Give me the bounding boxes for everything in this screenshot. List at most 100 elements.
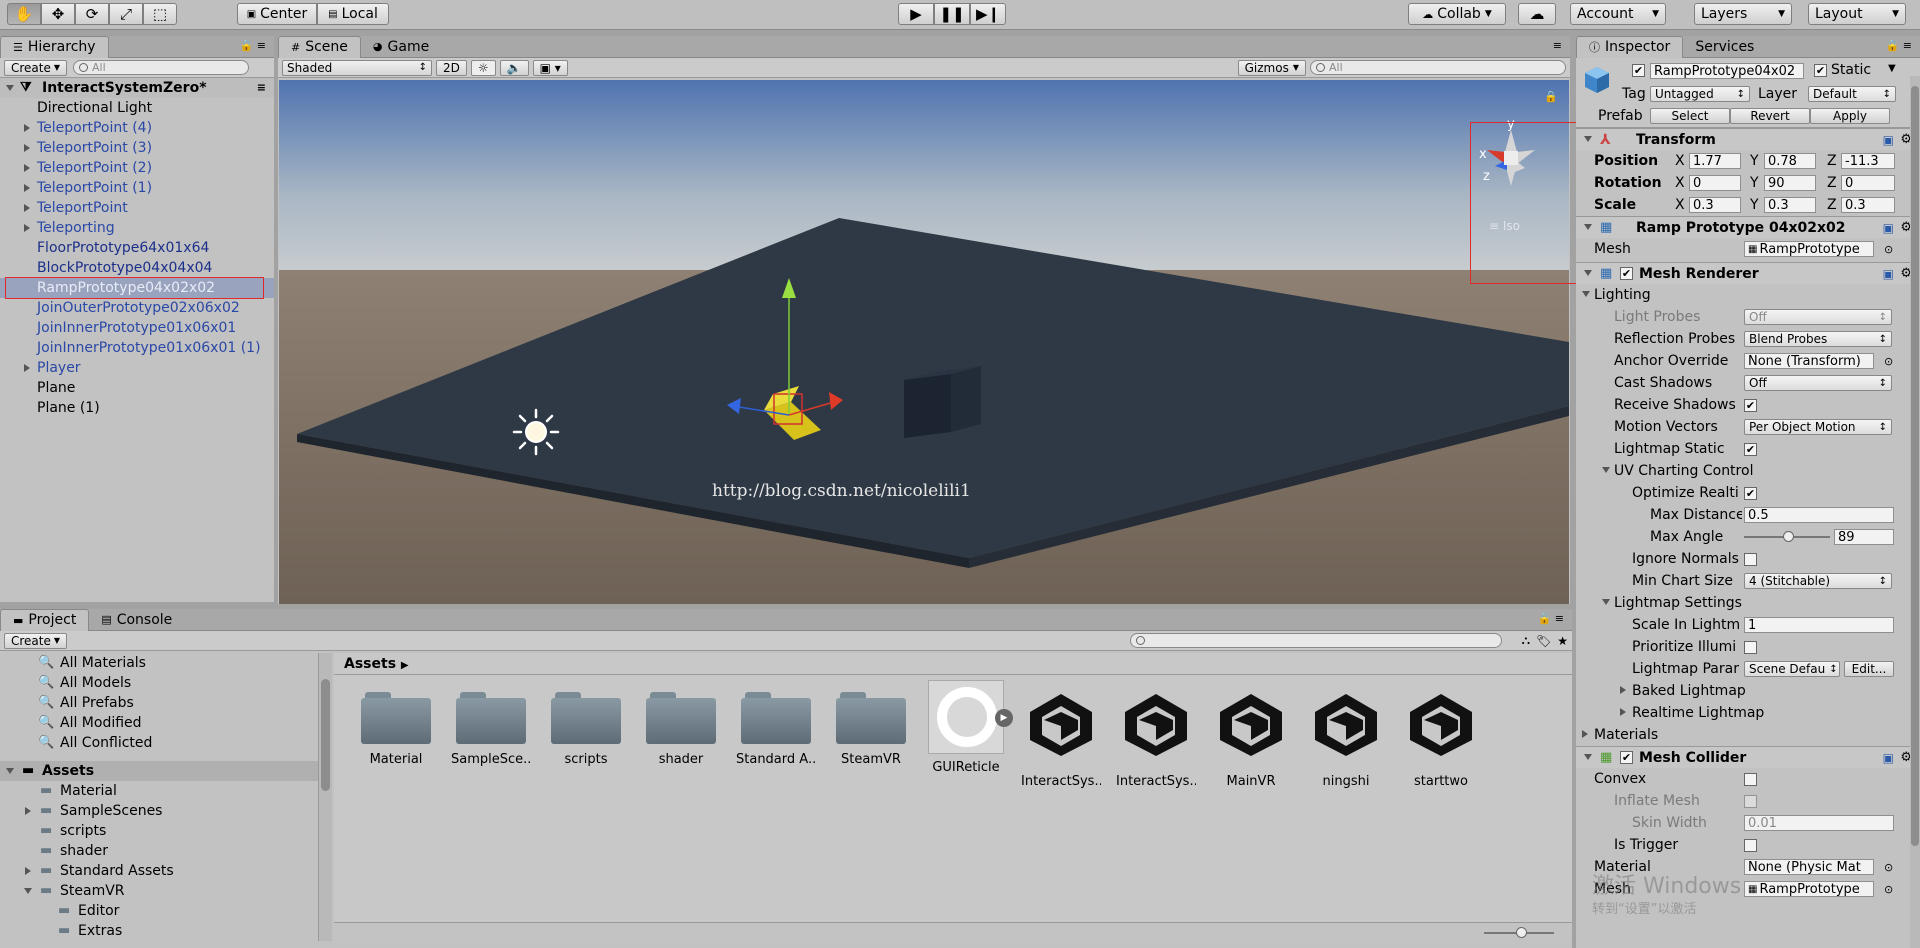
fold-closed-icon[interactable]: [24, 364, 30, 372]
hierarchy-item[interactable]: Directional Light: [0, 98, 274, 118]
fold-open-icon[interactable]: [6, 768, 14, 774]
fold-closed-icon[interactable]: [24, 184, 30, 192]
favorite-item[interactable]: 🔍 All Conflicted: [0, 733, 318, 753]
lock-icon[interactable]: 🔒: [1544, 90, 1558, 103]
gizmos-dropdown[interactable]: Gizmos ▼: [1237, 59, 1306, 76]
hierarchy-item[interactable]: TeleportPoint (4): [0, 118, 274, 138]
scale-y-field[interactable]: 0.3: [1764, 197, 1816, 213]
prefab-select-button[interactable]: Select: [1650, 108, 1730, 124]
mesh-renderer-enabled-checkbox[interactable]: ✔: [1620, 267, 1633, 280]
scale-z-field[interactable]: 0.3: [1841, 197, 1895, 213]
fold-open-icon[interactable]: [1584, 224, 1592, 230]
mesh-field[interactable]: ▦ RampPrototype: [1744, 241, 1874, 257]
tab-scene[interactable]: # Scene: [278, 35, 361, 58]
account-dropdown[interactable]: Account ▼: [1570, 3, 1666, 25]
asset-item[interactable]: InteractSys...: [1116, 690, 1196, 789]
hierarchy-item[interactable]: TeleportPoint (3): [0, 138, 274, 158]
panel-menu-icon[interactable]: ≡: [1553, 39, 1562, 52]
transform-header[interactable]: ⅄ Transform ▣ ⚙: [1576, 128, 1920, 150]
is-trigger-checkbox[interactable]: [1744, 838, 1757, 852]
shading-mode-dropdown[interactable]: Shaded: [282, 59, 432, 76]
hierarchy-item[interactable]: FloorPrototype64x01x64: [0, 238, 274, 258]
folder-item[interactable]: ▬ SampleScenes: [0, 801, 318, 821]
tab-game[interactable]: ◕ Game: [361, 36, 441, 58]
materials-foldout[interactable]: Materials: [1576, 724, 1920, 746]
prefab-apply-button[interactable]: Apply: [1810, 108, 1890, 124]
scale-in-lightmap-field[interactable]: 1: [1744, 617, 1894, 633]
panel-menu-icon[interactable]: 🔒 ≡: [1886, 39, 1912, 52]
collab-dropdown[interactable]: ☁ Collab ▼: [1408, 3, 1506, 25]
hierarchy-item[interactable]: JoinOuterPrototype02x06x02: [0, 298, 274, 318]
scale-x-field[interactable]: 0.3: [1689, 197, 1741, 213]
project-search-input[interactable]: [1129, 633, 1502, 648]
asset-item[interactable]: SampleSce...: [451, 690, 531, 767]
hierarchy-item[interactable]: TeleportPoint: [0, 198, 274, 218]
hierarchy-item-selected[interactable]: RampPrototype04x02x02: [0, 277, 274, 299]
fold-closed-icon[interactable]: [24, 144, 30, 152]
fold-open-icon[interactable]: [1582, 291, 1590, 297]
panel-menu-icon[interactable]: 🔒 ≡: [1538, 612, 1564, 625]
hierarchy-item[interactable]: TeleportPoint (2): [0, 158, 274, 178]
hierarchy-item[interactable]: Plane: [0, 378, 274, 398]
material-field[interactable]: None (Physic Mat: [1744, 859, 1874, 875]
max-angle-slider-thumb[interactable]: [1783, 531, 1795, 542]
fold-open-icon[interactable]: [1584, 754, 1592, 760]
panel-menu-icon[interactable]: 🔒 ≡: [240, 39, 266, 52]
tab-inspector[interactable]: ⓘ Inspector: [1576, 36, 1684, 58]
object-picker-icon[interactable]: ⊙: [1884, 355, 1893, 368]
fold-open-icon[interactable]: [1584, 270, 1592, 276]
convex-checkbox[interactable]: [1744, 772, 1757, 786]
hand-tool-button[interactable]: ✋: [7, 3, 41, 25]
layout-dropdown[interactable]: Layout ▼: [1808, 3, 1906, 25]
prioritize-checkbox[interactable]: [1744, 640, 1757, 654]
help-book-icon[interactable]: ▣: [1883, 267, 1894, 281]
tag-dropdown[interactable]: Untagged: [1650, 86, 1750, 102]
mesh-filter-header[interactable]: ▦ Ramp Prototype 04x02x02 ▣ ⚙: [1576, 216, 1920, 238]
audio-toggle[interactable]: 🔈: [499, 59, 529, 76]
inflate-mesh-checkbox[interactable]: [1744, 794, 1757, 808]
active-checkbox[interactable]: ✔: [1632, 64, 1645, 77]
scene-search-input[interactable]: All: [1310, 60, 1566, 75]
optimize-checkbox[interactable]: ✔: [1744, 486, 1757, 500]
breadcrumb[interactable]: Assets ▶: [334, 653, 1572, 675]
favorite-star-icon[interactable]: ★: [1557, 634, 1568, 648]
fold-closed-icon[interactable]: [24, 224, 30, 232]
hierarchy-item[interactable]: BlockPrototype04x04x04: [0, 258, 274, 278]
hierarchy-item[interactable]: Teleporting: [0, 218, 274, 238]
rotate-tool-button[interactable]: ⟳: [75, 3, 109, 25]
scene-menu-icon[interactable]: ≡: [257, 78, 266, 98]
hierarchy-item[interactable]: Plane (1): [0, 398, 274, 418]
zoom-slider-thumb[interactable]: [1516, 927, 1527, 938]
filter-type-icon[interactable]: ⛬: [1522, 633, 1530, 648]
receive-shadows-checkbox[interactable]: ✔: [1744, 398, 1757, 412]
anchor-override-field[interactable]: None (Transform): [1744, 353, 1874, 369]
folder-item[interactable]: ▬ scripts: [0, 821, 318, 841]
folder-item[interactable]: ▬ shader: [0, 841, 318, 861]
fold-closed-icon[interactable]: [1620, 708, 1626, 716]
mesh-collider-header[interactable]: ▦ ✔ Mesh Collider ▣ ⚙: [1576, 746, 1920, 768]
tree-scrollbar[interactable]: [318, 653, 332, 941]
asset-item[interactable]: InteractSys...: [1021, 690, 1101, 789]
tab-hierarchy[interactable]: ☰ Hierarchy: [0, 35, 109, 58]
project-create-button[interactable]: Create ▼: [4, 632, 68, 649]
fold-closed-icon[interactable]: [24, 204, 30, 212]
prefab-revert-button[interactable]: Revert: [1730, 108, 1810, 124]
position-y-field[interactable]: 0.78: [1764, 153, 1816, 169]
rotation-y-field[interactable]: 90: [1764, 175, 1816, 191]
layer-dropdown[interactable]: Default: [1808, 86, 1896, 102]
tab-project[interactable]: ▬ Project: [0, 608, 90, 631]
fold-closed-icon[interactable]: [1582, 730, 1588, 738]
assets-root[interactable]: ▬ Assets: [0, 761, 318, 781]
asset-item[interactable]: ▶ GUIReticle: [926, 680, 1013, 775]
uv-charting-foldout[interactable]: UV Charting Control: [1576, 460, 1920, 482]
fold-closed-icon[interactable]: [25, 807, 31, 815]
help-book-icon[interactable]: ▣: [1883, 133, 1894, 147]
motion-vectors-dropdown[interactable]: Per Object Motion: [1744, 419, 1892, 435]
favorite-item[interactable]: 🔍 All Materials: [0, 653, 318, 673]
object-picker-icon[interactable]: ⊙: [1884, 883, 1893, 896]
lightmap-params-dropdown[interactable]: Scene Defau: [1744, 661, 1840, 677]
tab-services[interactable]: Services: [1683, 36, 1766, 58]
object-name-field[interactable]: RampPrototype04x02: [1650, 63, 1804, 79]
scene-root[interactable]: ⧩ InteractSystemZero* ≡: [0, 78, 274, 98]
hierarchy-item[interactable]: JoinInnerPrototype01x06x01: [0, 318, 274, 338]
